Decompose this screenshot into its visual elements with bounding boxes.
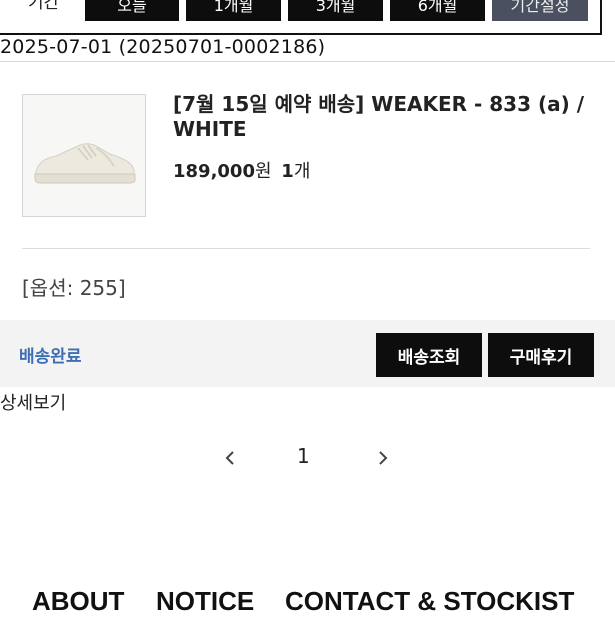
track-delivery-button[interactable]: 배송조회 bbox=[376, 333, 482, 377]
footer-link-about[interactable]: ABOUT bbox=[32, 586, 124, 617]
write-review-button[interactable]: 구매후기 bbox=[488, 333, 594, 377]
divider bbox=[0, 61, 615, 62]
delivery-status-badge: 배송완료 bbox=[19, 347, 82, 367]
quantity-value: 1 bbox=[281, 161, 294, 182]
period-3month-button[interactable]: 3개월 bbox=[288, 0, 383, 21]
footer-nav: ABOUT NOTICE CONTACT & STOCKIST bbox=[0, 586, 615, 618]
quantity-unit: 개 bbox=[293, 161, 311, 182]
divider bbox=[22, 248, 590, 249]
product-option: [옵션: 255] bbox=[22, 276, 126, 300]
product-thumbnail[interactable] bbox=[22, 94, 146, 217]
period-today-button[interactable]: 오늘 bbox=[85, 0, 179, 21]
period-1month-button[interactable]: 1개월 bbox=[186, 0, 281, 21]
product-name[interactable]: [7월 15일 예약 배송] WEAKER - 833 (a) / WHITE bbox=[173, 92, 593, 142]
period-filter-label: 기간 bbox=[28, 0, 60, 13]
page-number-current[interactable]: 1 bbox=[297, 444, 310, 468]
chevron-left-icon[interactable] bbox=[218, 446, 242, 470]
order-date-number: 2025-07-01 (20250701-0002186) bbox=[0, 36, 326, 58]
sneaker-image bbox=[34, 142, 136, 183]
price-currency: 원 bbox=[254, 161, 272, 182]
period-custom-button[interactable]: 기간설정 bbox=[492, 0, 588, 21]
period-filter: 기간 오늘 1개월 3개월 6개월 기간설정 bbox=[0, 0, 615, 38]
footer-link-notice[interactable]: NOTICE bbox=[156, 586, 254, 617]
pagination: 1 bbox=[0, 440, 615, 476]
period-6month-button[interactable]: 6개월 bbox=[390, 0, 485, 21]
order-status-bar: 배송완료 배송조회 구매후기 bbox=[0, 320, 615, 387]
price-value: 189,000 bbox=[173, 161, 255, 182]
chevron-right-icon[interactable] bbox=[371, 446, 395, 470]
view-details-link[interactable]: 상세보기 bbox=[0, 389, 66, 415]
product-price-qty: 189,000원 1개 bbox=[173, 157, 310, 183]
footer-link-contact-stockist[interactable]: CONTACT & STOCKIST bbox=[285, 586, 574, 617]
